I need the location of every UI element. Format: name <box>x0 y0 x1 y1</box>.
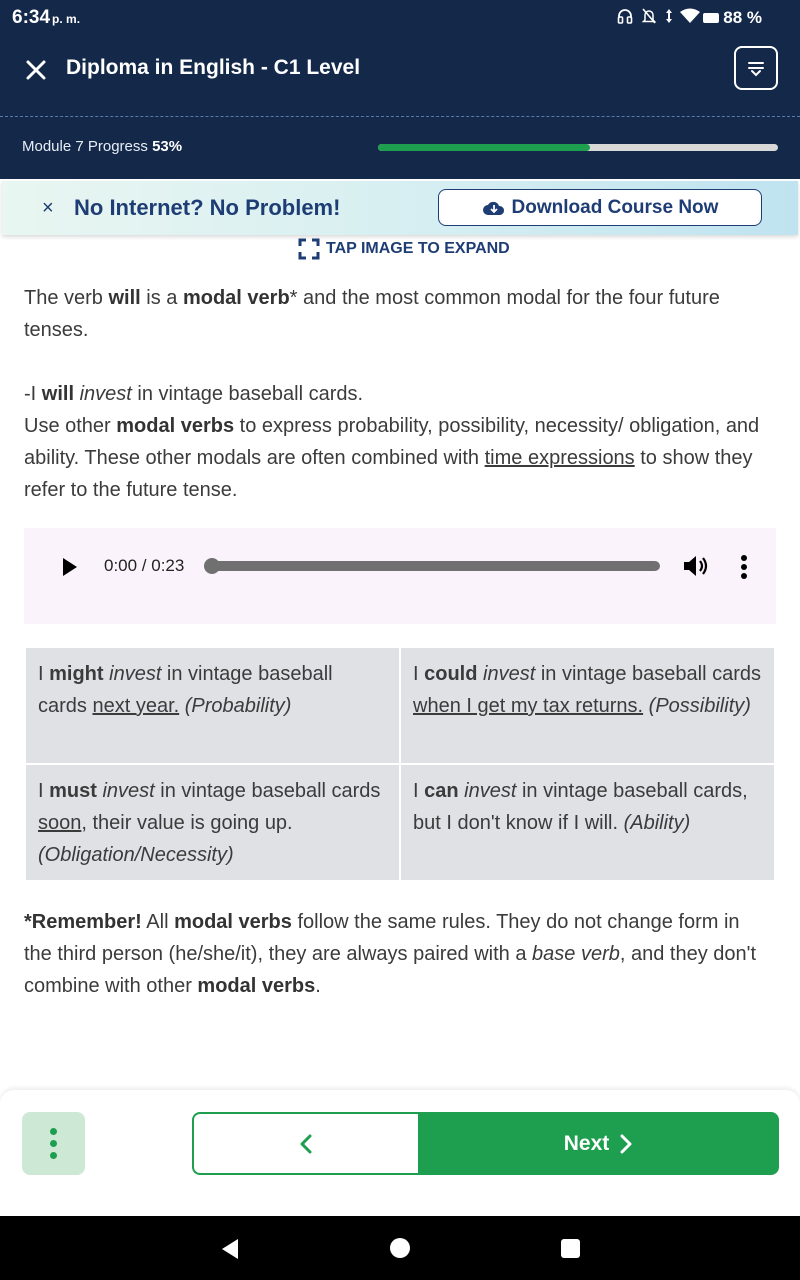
course-title: Diploma in English - C1 Level <box>66 56 361 79</box>
status-time: 6:34 p. m. <box>12 7 81 28</box>
notifications-off-icon <box>641 8 657 24</box>
intro-paragraph: The verb will is a modal verb* and the m… <box>24 287 720 341</box>
home-icon[interactable] <box>390 1238 410 1258</box>
volume-icon[interactable] <box>682 554 710 578</box>
back-icon[interactable] <box>220 1238 240 1260</box>
more-dot-icon <box>50 1152 57 1159</box>
more-options-button[interactable] <box>22 1112 85 1175</box>
chevron-left-icon <box>300 1134 312 1153</box>
modal-verbs-paragraph: -I will invest in vintage baseball cards… <box>24 383 760 501</box>
status-icons <box>616 7 700 25</box>
table-cell-obligation: I must invest in vintage baseball cards … <box>26 765 399 880</box>
modal-examples-table: I might invest in vintage baseball cards… <box>26 648 774 880</box>
cloud-download-icon <box>482 201 504 215</box>
audio-player: 0:00 / 0:23 <box>24 528 776 624</box>
chevron-right-icon <box>620 1134 632 1153</box>
remember-paragraph: *Remember! All modal verbs follow the sa… <box>24 911 757 997</box>
wifi-icon <box>680 8 700 23</box>
battery-status: 88 % <box>703 8 762 28</box>
tap-to-expand-label: TAP IMAGE TO EXPAND <box>326 240 510 257</box>
table-cell-ability: I can invest in vintage baseball cards, … <box>401 765 774 880</box>
offline-banner: × No Internet? No Problem! Download Cour… <box>2 181 798 235</box>
banner-close-icon[interactable]: × <box>42 198 54 218</box>
module-progress-fill <box>378 144 590 151</box>
next-button[interactable]: Next <box>418 1112 779 1175</box>
download-course-label: Download Course Now <box>511 196 719 218</box>
previous-button[interactable] <box>192 1112 418 1175</box>
tap-to-expand[interactable]: TAP IMAGE TO EXPAND <box>298 238 510 260</box>
system-navigation-bar <box>0 1216 800 1280</box>
module-progress-label: Module 7 Progress 53% <box>22 138 183 155</box>
download-course-button[interactable]: Download Course Now <box>438 189 762 226</box>
lesson-navigation: Next <box>0 1090 800 1216</box>
more-dot-icon <box>50 1128 57 1135</box>
menu-lines-icon <box>748 62 764 77</box>
more-dot-icon <box>50 1140 57 1147</box>
time-expressions-link[interactable]: time expressions <box>485 447 635 469</box>
course-menu-button[interactable] <box>734 46 778 90</box>
headset-icon <box>617 9 633 24</box>
play-icon[interactable] <box>60 556 80 578</box>
audio-seek-handle[interactable] <box>204 558 220 574</box>
recent-apps-icon[interactable] <box>561 1239 580 1258</box>
more-vertical-icon[interactable] <box>740 554 748 580</box>
header-divider <box>0 116 800 117</box>
status-bar: 6:34 p. m. 88 % <box>0 0 800 34</box>
close-icon[interactable] <box>24 58 48 82</box>
audio-seek-bar[interactable] <box>204 558 660 574</box>
course-header: Diploma in English - C1 Level Module 7 P… <box>0 34 800 179</box>
expand-icon <box>298 238 320 260</box>
table-cell-possibility: I could invest in vintage baseball cards… <box>401 648 774 763</box>
audio-time: 0:00 / 0:23 <box>104 556 185 575</box>
module-progress-bar <box>378 144 778 151</box>
data-arrows-icon <box>666 9 672 23</box>
battery-icon <box>703 13 720 23</box>
table-cell-probability: I might invest in vintage baseball cards… <box>26 648 399 763</box>
banner-message: No Internet? No Problem! <box>74 195 341 220</box>
battery-level: 88 % <box>723 8 762 27</box>
next-label: Next <box>563 1131 610 1155</box>
